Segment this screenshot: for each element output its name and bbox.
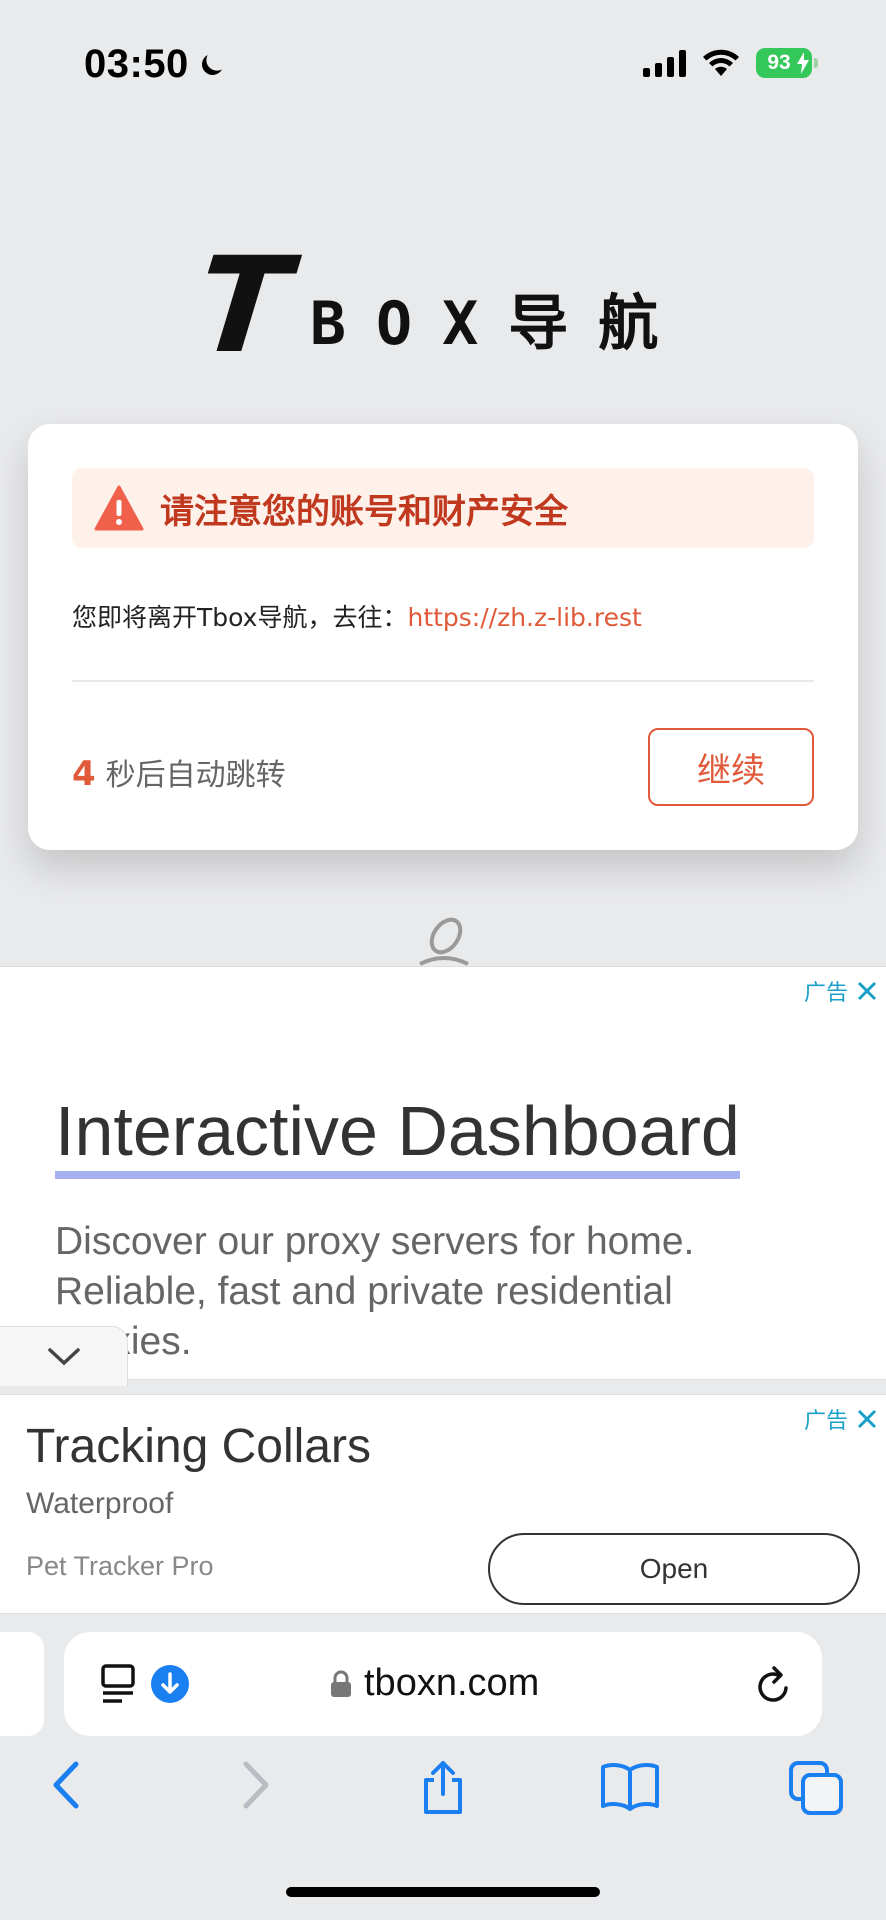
ad-close-icon[interactable] (856, 980, 878, 1002)
leave-warning-card: 请注意您的账号和财产安全 您即将离开Tbox导航，去往：https://zh.z… (28, 424, 858, 850)
countdown: 4 秒后自动跳转 (72, 750, 286, 794)
loading-spinner-icon (419, 917, 469, 966)
ad-description: Discover our proxy servers for home. Rel… (55, 1220, 695, 1363)
leave-prefix: 您即将离开Tbox导航，去往： (72, 603, 408, 632)
wifi-icon (703, 49, 739, 76)
browser-toolbar (0, 1760, 886, 1832)
bookmarks-icon[interactable] (600, 1760, 660, 1812)
warning-icon (94, 485, 144, 531)
warning-text: 请注意您的账号和财产安全 (160, 491, 568, 532)
logo-text: BOX导航 (309, 289, 689, 359)
status-icons: 93 (643, 48, 818, 78)
ad-label-text: 广告 (803, 981, 848, 1006)
charging-bolt-icon (797, 52, 809, 74)
share-icon[interactable] (418, 1760, 468, 1816)
back-icon[interactable] (48, 1760, 84, 1810)
ad-label[interactable]: 广告 (804, 1403, 878, 1435)
countdown-text: 秒后自动跳转 (105, 758, 286, 793)
status-time: 03:50 (84, 42, 227, 87)
chevron-down-icon (47, 1347, 80, 1365)
continue-button[interactable]: 继续 (648, 728, 814, 806)
ad-label[interactable]: 广告 (804, 975, 878, 1007)
divider (72, 680, 814, 682)
tabs-icon[interactable] (788, 1760, 844, 1816)
signal-icon (643, 49, 686, 77)
ad-subtitle: Waterproof (26, 1487, 174, 1520)
forward-icon[interactable] (238, 1760, 274, 1810)
leave-message: 您即将离开Tbox导航，去往：https://zh.z-lib.rest (72, 598, 642, 634)
reader-icon[interactable] (100, 1664, 138, 1704)
security-warning-banner: 请注意您的账号和财产安全 (72, 468, 814, 548)
ad-title[interactable]: Interactive Dashboard (55, 1094, 740, 1179)
url-text: tboxn.com (364, 1662, 540, 1704)
reload-icon[interactable] (754, 1664, 794, 1706)
battery-icon: 93 (756, 48, 818, 78)
ad-label-text: 广告 (803, 1409, 848, 1434)
previous-tab-peek[interactable] (0, 1632, 44, 1736)
logo-t: T (189, 229, 296, 383)
download-icon[interactable] (150, 1664, 190, 1704)
ad-open-button[interactable]: Open (488, 1533, 860, 1605)
ad-banner-dashboard[interactable]: 广告 Interactive Dashboard Discover our pr… (0, 966, 886, 1380)
address-bar[interactable]: tboxn.com (64, 1632, 822, 1736)
collapse-ad-button[interactable] (0, 1326, 128, 1386)
countdown-number: 4 (72, 754, 96, 794)
tbox-logo: T BOX导航 (0, 229, 886, 383)
ad-brand: Pet Tracker Pro (26, 1551, 214, 1581)
battery-level: 93 (767, 51, 791, 74)
ad-close-icon[interactable] (856, 1408, 878, 1430)
ad-title[interactable]: Tracking Collars (26, 1419, 371, 1474)
lock-icon (331, 1670, 351, 1697)
url-display[interactable]: tboxn.com (330, 1662, 539, 1705)
home-indicator (286, 1887, 600, 1897)
time-label: 03:50 (84, 42, 189, 86)
moon-icon (201, 54, 222, 75)
ad-banner-tracking[interactable]: 广告 Tracking Collars Waterproof Pet Track… (0, 1394, 886, 1614)
destination-url[interactable]: https://zh.z-lib.rest (407, 603, 641, 632)
